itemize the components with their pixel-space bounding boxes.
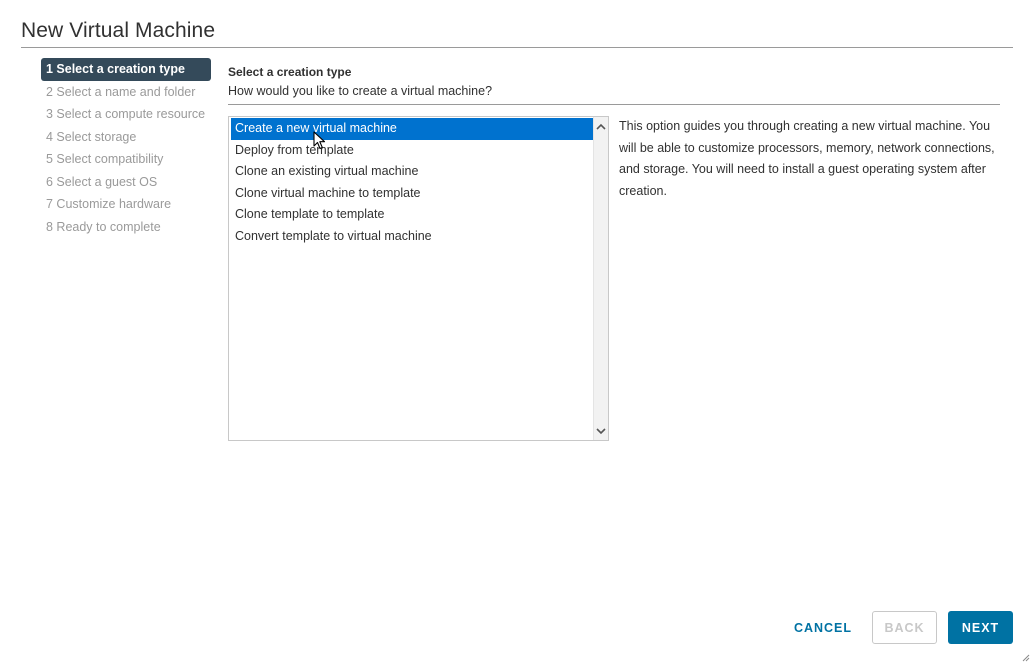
step-select-name-folder: 2 Select a name and folder	[46, 84, 196, 99]
step-ready-to-complete: 8 Ready to complete	[46, 219, 161, 234]
option-clone-vm-to-template[interactable]: Clone virtual machine to template	[231, 183, 594, 205]
chevron-up-icon[interactable]	[594, 119, 608, 133]
section-question: How would you like to create a virtual m…	[228, 84, 493, 98]
step-select-compatibility: 5 Select compatibility	[46, 152, 164, 166]
title-divider	[21, 47, 1013, 48]
step-customize-hardware: 7 Customize hardware	[46, 197, 172, 211]
chevron-down-icon[interactable]	[594, 424, 608, 438]
next-button[interactable]: NEXT	[948, 611, 1013, 644]
creation-type-list[interactable]: Create a new virtual machine Deploy from…	[228, 116, 609, 441]
step-select-creation-type[interactable]: 1 Select a creation type	[41, 58, 211, 81]
mouse-pointer-icon	[313, 131, 326, 150]
option-clone-existing-vm[interactable]: Clone an existing virtual machine	[231, 161, 594, 183]
step-select-compute-resource: 3 Select a compute resource	[46, 107, 206, 121]
option-description: This option guides you through creating …	[619, 119, 995, 198]
wizard-steps: 1 Select a creation type 2 Select a name…	[41, 58, 211, 238]
list-scrollbar[interactable]	[593, 117, 608, 440]
step-select-storage: 4 Select storage	[46, 129, 137, 144]
section-heading: Select a creation type	[228, 65, 352, 79]
option-create-new-vm[interactable]: Create a new virtual machine	[231, 118, 594, 140]
back-button[interactable]: BACK	[872, 611, 937, 644]
resize-grip-icon[interactable]	[1022, 654, 1030, 662]
option-convert-template-to-vm[interactable]: Convert template to virtual machine	[231, 226, 594, 248]
cancel-button[interactable]: CANCEL	[785, 611, 861, 644]
option-clone-template-to-template[interactable]: Clone template to template	[231, 204, 594, 226]
section-divider	[228, 104, 1000, 105]
dialog-title: New Virtual Machine	[21, 19, 216, 42]
option-deploy-from-template[interactable]: Deploy from template	[231, 140, 594, 162]
step-select-guest-os: 6 Select a guest OS	[46, 174, 158, 189]
